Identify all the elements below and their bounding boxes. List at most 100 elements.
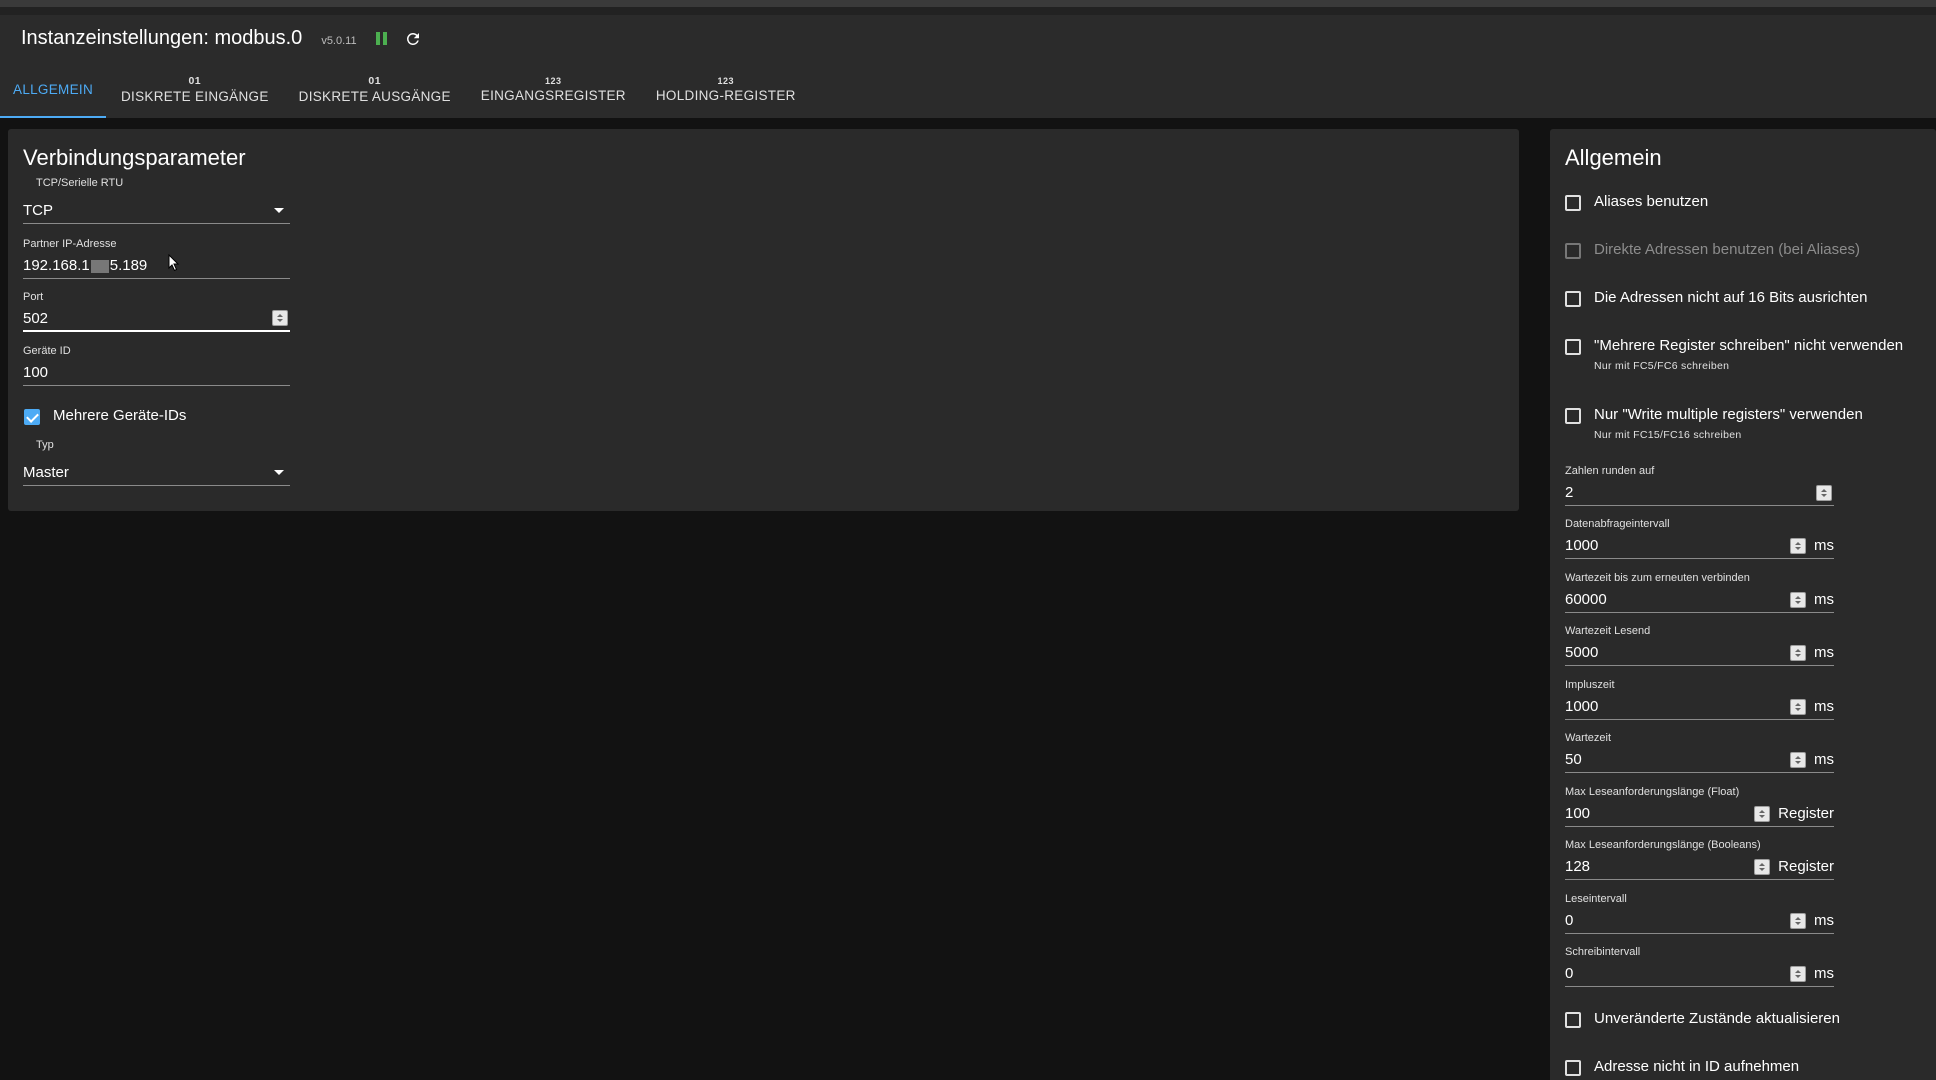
unit-label: ms xyxy=(1814,644,1834,661)
type-select[interactable]: Master xyxy=(23,460,290,486)
checkbox-no-address-in-id[interactable]: Adresse nicht in ID aufnehmen xyxy=(1565,1058,1799,1076)
checkbox-label: Unveränderte Zustände aktualisieren xyxy=(1594,1010,1840,1027)
max-read-bool-input[interactable]: 128 Register xyxy=(1565,854,1834,880)
read-interval-label: Leseintervall xyxy=(1565,893,1627,905)
spinner-icon[interactable] xyxy=(1790,591,1806,608)
dropdown-caret-icon xyxy=(274,208,284,213)
ip-input[interactable]: 192.168.1 5.189 xyxy=(23,253,290,279)
tab-allgemein[interactable]: ALLGEMEIN xyxy=(0,62,106,118)
tab-label: DISKRETE AUSGÄNGE xyxy=(298,89,451,104)
checkbox-icon[interactable] xyxy=(1565,1060,1581,1076)
checkbox-icon[interactable] xyxy=(1565,1012,1581,1028)
field-value: 1000 xyxy=(1565,537,1599,554)
read-timeout-label: Wartezeit Lesend xyxy=(1565,625,1651,637)
type-value: Master xyxy=(23,464,69,481)
tab-diskrete-eingaenge[interactable]: 01 DISKRETE EINGÄNGE xyxy=(106,62,284,118)
tab-label: HOLDING-REGISTER xyxy=(655,88,796,103)
ip-value: 192.168.1 5.189 xyxy=(23,257,290,274)
tab-label: EINGANGSREGISTER xyxy=(480,88,626,103)
mode-label: TCP/Serielle RTU xyxy=(36,177,124,189)
checkbox-no-align[interactable]: Die Adressen nicht auf 16 Bits ausrichte… xyxy=(1565,289,1868,307)
tab-label: ALLGEMEIN xyxy=(13,82,93,97)
window-top-strip xyxy=(0,0,1936,7)
spinner-icon[interactable] xyxy=(1790,537,1806,554)
general-panel-title: Allgemein xyxy=(1565,145,1662,170)
type-label: Typ xyxy=(36,439,54,451)
max-read-float-input[interactable]: 100 Register xyxy=(1565,801,1834,827)
checkbox-help: Nur mit FC15/FC16 schreiben xyxy=(1594,429,1742,441)
reload-icon[interactable] xyxy=(404,30,422,48)
device-id-label: Geräte ID xyxy=(23,345,71,357)
pulse-time-input[interactable]: 1000 ms xyxy=(1565,694,1834,720)
checkbox-icon[interactable] xyxy=(1565,195,1581,211)
checkbox-no-multiple-write[interactable]: "Mehrere Register schreiben" nicht verwe… xyxy=(1565,337,1903,372)
checkbox-icon xyxy=(1565,243,1581,259)
spinner-icon[interactable] xyxy=(1790,698,1806,715)
checkbox-label: Adresse nicht in ID aufnehmen xyxy=(1594,1058,1800,1075)
field-value: 1000 xyxy=(1565,698,1599,715)
field-value: 0 xyxy=(1565,965,1574,982)
tab-holding-register[interactable]: 123 HOLDING-REGISTER xyxy=(641,62,811,118)
checkbox-icon[interactable] xyxy=(24,409,40,425)
checkbox-direct-addresses: Direkte Adressen benutzen (bei Aliases) xyxy=(1565,241,1860,259)
round-input[interactable]: 2 xyxy=(1565,480,1834,506)
field-value: 5000 xyxy=(1565,644,1599,661)
reconnect-input[interactable]: 60000 ms xyxy=(1565,587,1834,613)
page-title: Instanzeinstellungen: modbus.0 xyxy=(21,27,303,49)
unit-label: ms xyxy=(1814,591,1834,608)
spinner-icon[interactable] xyxy=(1790,912,1806,929)
field-value: 60000 xyxy=(1565,591,1607,608)
unit-label: ms xyxy=(1814,912,1834,929)
tab-diskrete-ausgaenge[interactable]: 01 DISKRETE AUSGÄNGE xyxy=(284,62,466,118)
checkbox-icon[interactable] xyxy=(1565,408,1581,424)
field-value: 100 xyxy=(1565,805,1591,822)
port-input[interactable]: 502 xyxy=(23,306,290,332)
read-interval-input[interactable]: 0 ms xyxy=(1565,908,1834,934)
read-timeout-input[interactable]: 5000 ms xyxy=(1565,640,1834,666)
tab-badge: 01 xyxy=(188,75,202,87)
ip-label: Partner IP-Adresse xyxy=(23,238,117,250)
tab-badge: 123 xyxy=(545,76,562,86)
multi-ids-label: Mehrere Geräte-IDs xyxy=(53,407,187,424)
device-id-input[interactable]: 100 xyxy=(23,360,290,386)
window-top-bar xyxy=(0,7,1936,15)
checkbox-icon[interactable] xyxy=(1565,339,1581,355)
tab-badge: 01 xyxy=(368,75,382,87)
checkbox-only-multiple-write[interactable]: Nur "Write multiple registers" verwenden… xyxy=(1565,406,1863,441)
spinner-icon[interactable] xyxy=(1816,484,1832,501)
multi-ids-checkbox-row[interactable]: Mehrere Geräte-IDs xyxy=(24,407,186,425)
general-panel: Allgemein Aliases benutzen Direkte Adres… xyxy=(1550,129,1936,1080)
spinner-icon[interactable] xyxy=(1754,858,1771,875)
checkbox-label: Nur "Write multiple registers" verwenden xyxy=(1594,406,1863,423)
ip-suffix: 5.189 xyxy=(109,257,148,274)
spinner-icon[interactable] xyxy=(1790,644,1806,661)
pulse-time-label: Impluszeit xyxy=(1565,679,1615,691)
tab-label: DISKRETE EINGÄNGE xyxy=(121,89,269,104)
write-interval-label: Schreibintervall xyxy=(1565,946,1641,958)
port-value: 502 xyxy=(23,309,49,327)
checkbox-help: Nur mit FC5/FC6 schreiben xyxy=(1594,360,1730,372)
field-value: 50 xyxy=(1565,751,1582,768)
instance-header: Instanzeinstellungen: modbus.0 v5.0.11 xyxy=(0,15,1936,62)
wait-time-input[interactable]: 50 ms xyxy=(1565,747,1834,773)
spinner-icon[interactable] xyxy=(1754,805,1771,822)
mouse-cursor-icon xyxy=(168,254,180,272)
tab-eingangsregister[interactable]: 123 EINGANGSREGISTER xyxy=(466,62,641,118)
version-badge: v5.0.11 xyxy=(321,34,357,47)
checkbox-aliases[interactable]: Aliases benutzen xyxy=(1565,193,1708,211)
mode-select[interactable]: TCP xyxy=(23,198,290,224)
unit-label: ms xyxy=(1814,537,1834,554)
connection-panel-title: Verbindungsparameter xyxy=(23,145,246,170)
write-interval-input[interactable]: 0 ms xyxy=(1565,961,1834,987)
checkbox-update-unchanged[interactable]: Unveränderte Zustände aktualisieren xyxy=(1565,1010,1840,1028)
redaction-mask xyxy=(90,259,109,273)
checkbox-icon[interactable] xyxy=(1565,291,1581,307)
spinner-icon[interactable] xyxy=(1790,965,1806,982)
spinner-icon[interactable] xyxy=(272,310,288,326)
poll-interval-input[interactable]: 1000 ms xyxy=(1565,533,1834,559)
round-label: Zahlen runden auf xyxy=(1565,465,1655,477)
spinner-icon[interactable] xyxy=(1790,751,1806,768)
wait-time-label: Wartezeit xyxy=(1565,732,1612,744)
pause-icon[interactable] xyxy=(375,32,387,45)
checkbox-label: Die Adressen nicht auf 16 Bits ausrichte… xyxy=(1594,289,1868,306)
